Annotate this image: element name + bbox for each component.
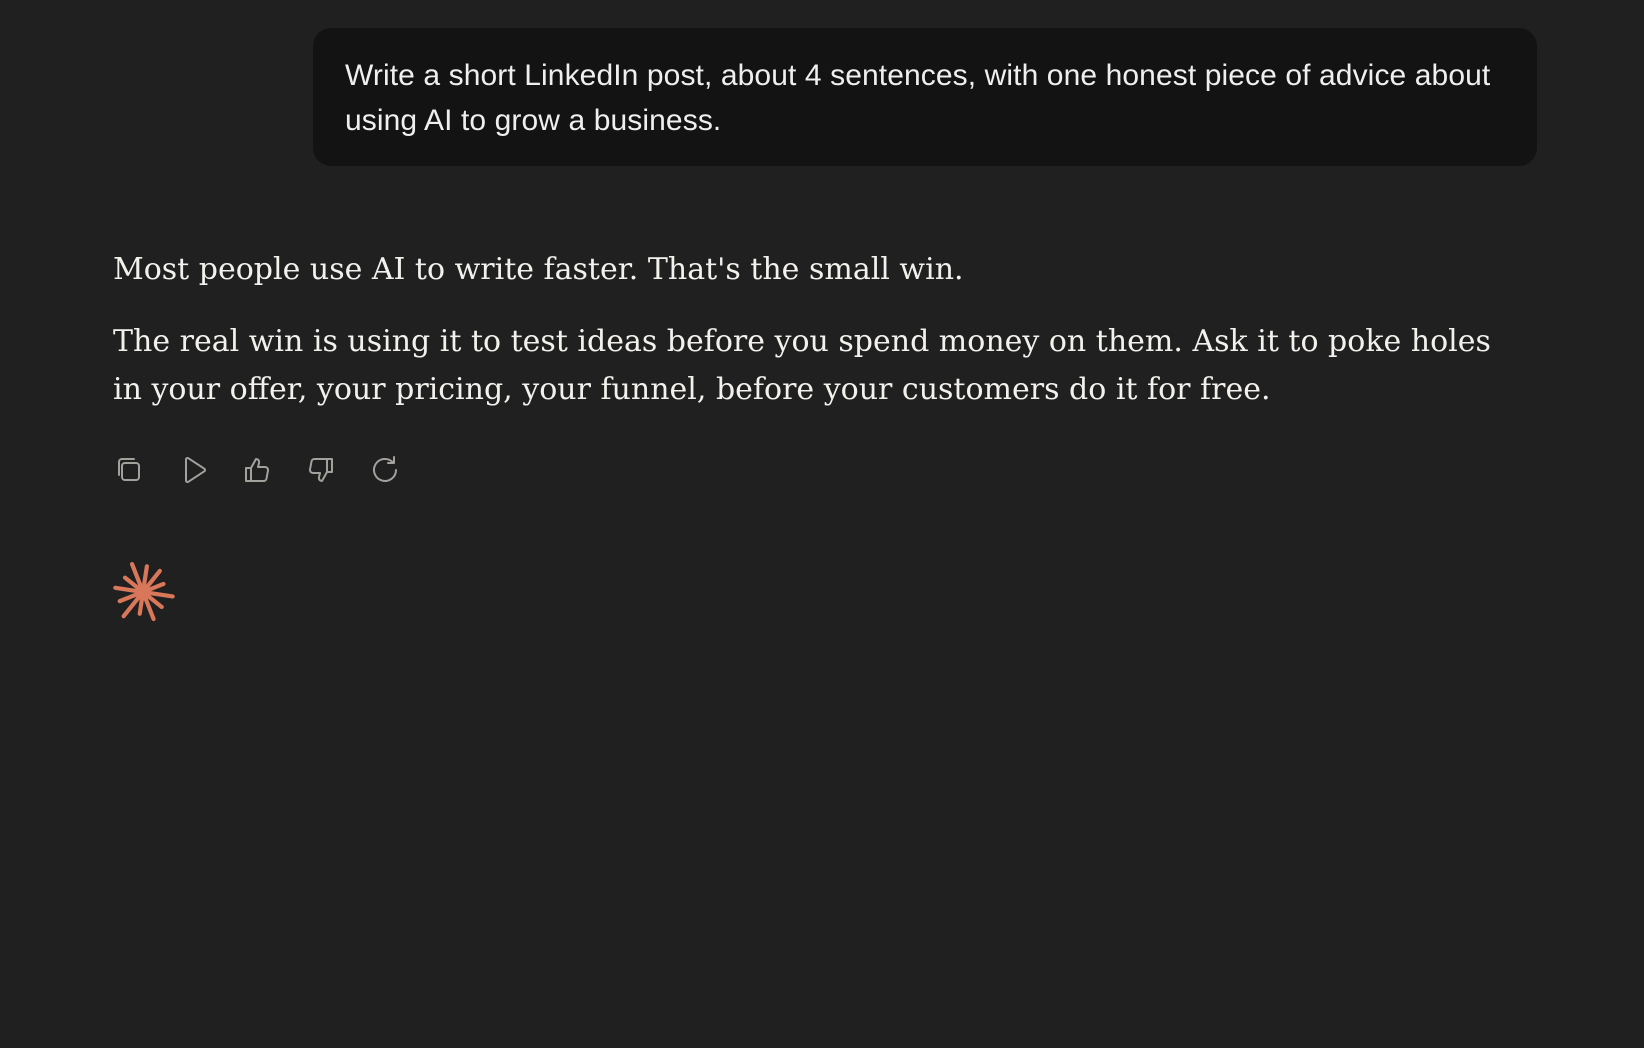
user-message-text: Write a short LinkedIn post, about 4 sen… <box>345 59 1491 137</box>
spark-icon <box>113 561 175 622</box>
thumbs-down-button[interactable] <box>303 450 339 490</box>
thumbs-up-icon <box>245 458 269 482</box>
message-actions-toolbar <box>111 450 431 490</box>
retry-button[interactable] <box>367 450 403 490</box>
thumbs-down-icon <box>309 458 333 482</box>
thumbs-up-button[interactable] <box>239 450 275 490</box>
copy-button[interactable] <box>111 450 147 490</box>
response-paragraph: The real win is using it to test ideas b… <box>113 324 1491 407</box>
user-message-bubble: Write a short LinkedIn post, about 4 sen… <box>313 28 1537 166</box>
response-paragraph: Most people use AI to write faster. That… <box>113 252 964 287</box>
read-aloud-button[interactable] <box>175 450 211 490</box>
copy-icon <box>118 458 140 481</box>
assistant-response: Most people use AI to write faster. That… <box>113 246 1513 414</box>
play-icon <box>185 456 207 484</box>
retry-icon <box>373 456 397 482</box>
